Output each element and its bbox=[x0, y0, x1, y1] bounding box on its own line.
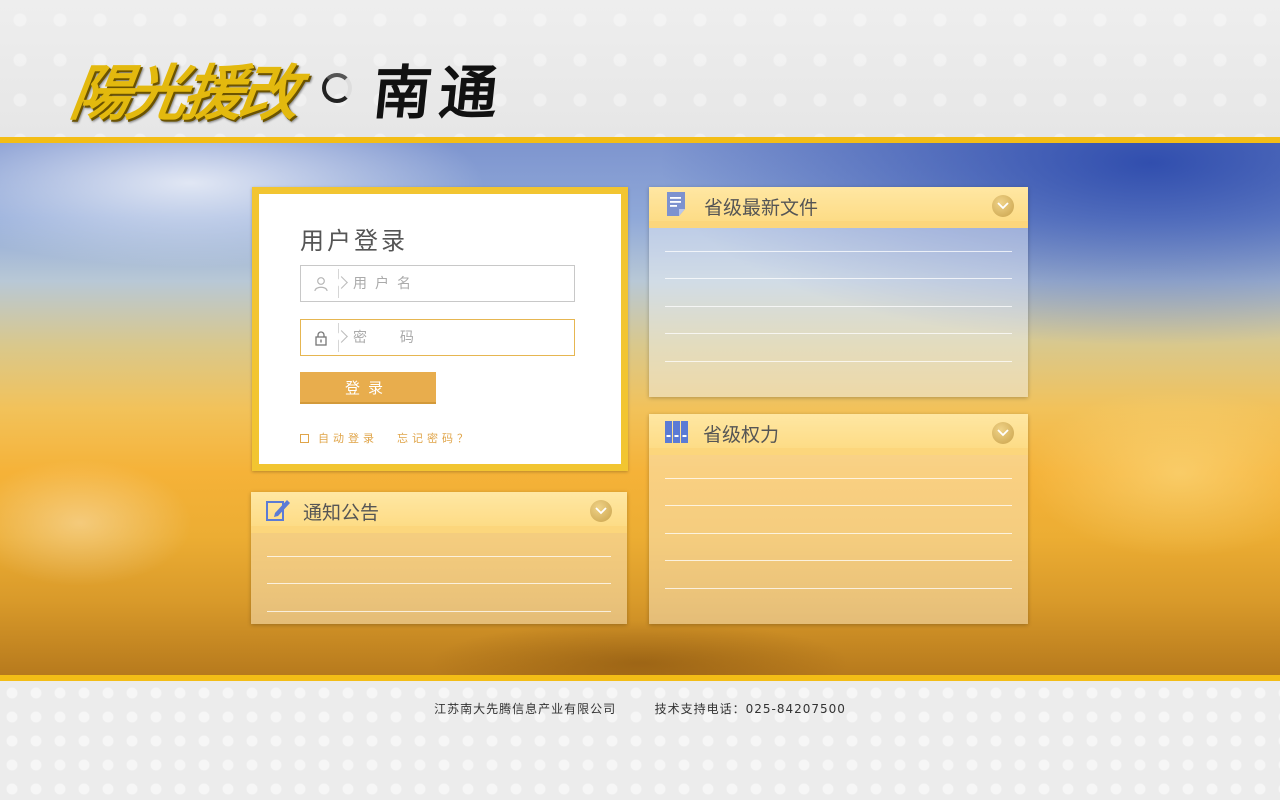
remember-checkbox[interactable] bbox=[300, 433, 309, 443]
user-icon bbox=[301, 266, 341, 301]
list-row-divider bbox=[665, 505, 1012, 506]
footer: 江苏南大先腾信息产业有限公司 技术支持电话：025-84207500 bbox=[0, 681, 1280, 800]
provincial-power-panel-body bbox=[649, 455, 1028, 624]
username-input[interactable] bbox=[341, 266, 574, 301]
footer-company: 江苏南大先腾信息产业有限公司 bbox=[434, 702, 617, 716]
list-row-divider bbox=[665, 333, 1012, 334]
footer-support-phone: 技术支持电话：025-84207500 bbox=[654, 702, 846, 716]
login-title: 用户登录 bbox=[300, 227, 408, 255]
provincial-power-panel: 省级权力 bbox=[649, 414, 1028, 624]
logo-ring-icon bbox=[322, 73, 352, 103]
notice-panel: 通知公告 bbox=[251, 492, 627, 624]
provincial-files-panel-header: 省级最新文件 bbox=[649, 187, 1028, 228]
site-logo[interactable]: 陽光援改 南通 bbox=[66, 48, 509, 129]
lock-icon bbox=[301, 320, 341, 355]
provincial-files-panel-title: 省级最新文件 bbox=[704, 197, 819, 219]
provincial-power-panel-title: 省级权力 bbox=[703, 424, 780, 446]
chevron-down-icon[interactable] bbox=[992, 195, 1014, 217]
logo-city-text: 南通 bbox=[369, 59, 510, 127]
notice-panel-header: 通知公告 bbox=[251, 492, 627, 533]
list-row-divider bbox=[267, 556, 611, 557]
document-icon bbox=[665, 191, 691, 217]
logo-brand-text: 陽光援改 bbox=[66, 58, 301, 129]
books-icon bbox=[664, 418, 690, 444]
notice-panel-body bbox=[251, 533, 627, 624]
hero-background bbox=[0, 143, 1280, 675]
remember-label[interactable]: 自动登录 bbox=[318, 430, 378, 446]
login-card: 用户登录 登录 bbox=[252, 187, 628, 471]
login-button[interactable]: 登录 bbox=[300, 372, 436, 404]
provincial-files-panel: 省级最新文件 bbox=[649, 187, 1028, 397]
list-row-divider bbox=[665, 361, 1012, 362]
login-card-inner: 用户登录 登录 bbox=[259, 194, 621, 464]
forgot-password-link[interactable]: 忘记密码？ bbox=[397, 430, 472, 446]
username-field[interactable] bbox=[300, 265, 575, 302]
list-row-divider bbox=[665, 560, 1012, 561]
list-row-divider bbox=[665, 251, 1012, 252]
list-row-divider bbox=[665, 478, 1012, 479]
list-row-divider bbox=[665, 278, 1012, 279]
password-input[interactable] bbox=[341, 320, 574, 355]
list-row-divider bbox=[665, 588, 1012, 589]
list-row-divider bbox=[267, 583, 611, 584]
list-row-divider bbox=[665, 306, 1012, 307]
header: 陽光援改 南通 bbox=[0, 0, 1280, 137]
provincial-power-panel-header: 省级权力 bbox=[649, 414, 1028, 455]
edit-note-icon bbox=[265, 496, 291, 522]
list-row-divider bbox=[665, 533, 1012, 534]
footer-text: 江苏南大先腾信息产业有限公司 技术支持电话：025-84207500 bbox=[0, 700, 1280, 717]
provincial-files-panel-body bbox=[649, 228, 1028, 397]
chevron-down-icon[interactable] bbox=[992, 422, 1014, 444]
password-field[interactable] bbox=[300, 319, 575, 356]
chevron-down-icon[interactable] bbox=[590, 500, 612, 522]
notice-panel-title: 通知公告 bbox=[303, 502, 380, 524]
login-options: 自动登录 忘记密码？ bbox=[300, 430, 472, 446]
list-row-divider bbox=[267, 611, 611, 612]
